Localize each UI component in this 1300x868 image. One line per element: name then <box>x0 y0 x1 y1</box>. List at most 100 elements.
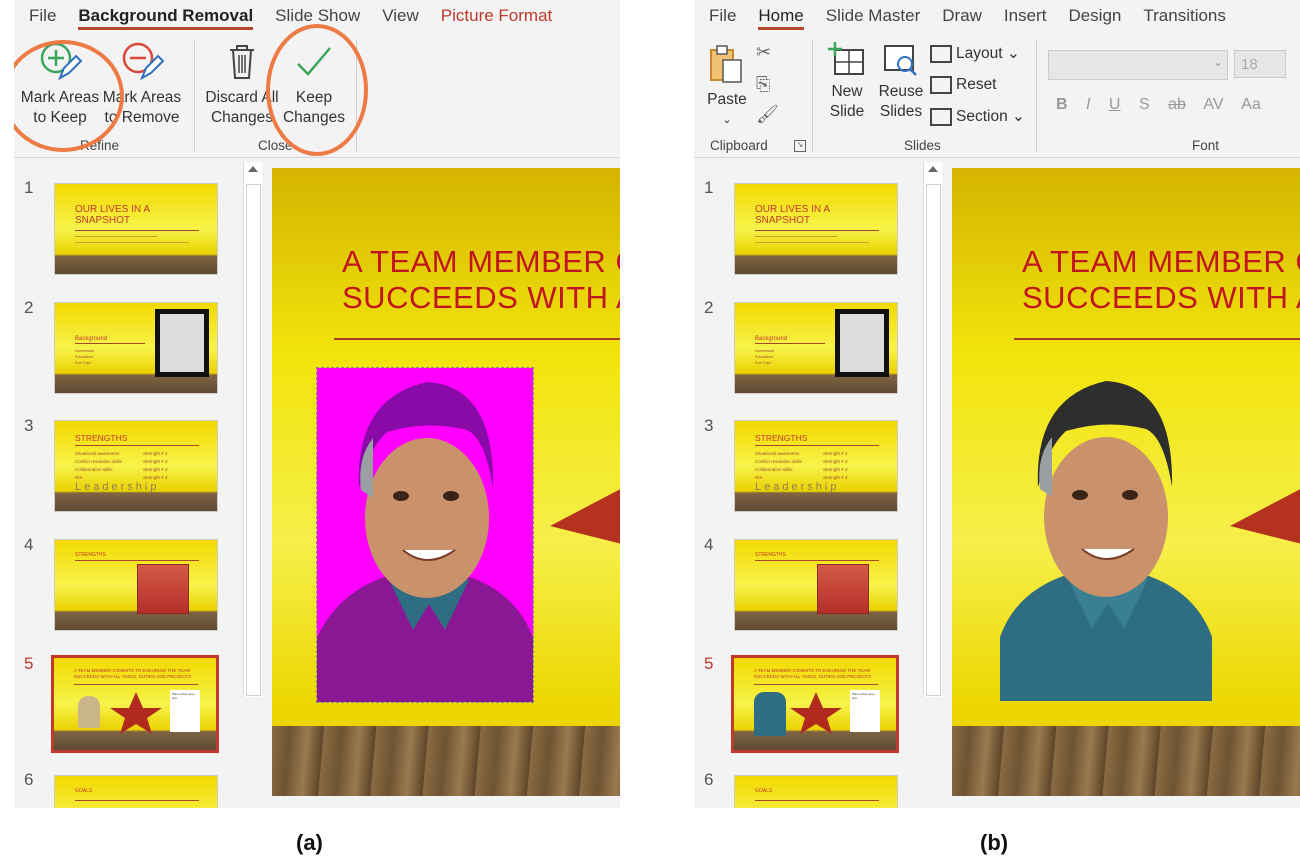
caption-a: (a) <box>296 830 323 855</box>
thumb-photo-frame <box>155 309 209 377</box>
strikethrough-button[interactable]: ab <box>1168 96 1186 113</box>
tab-home[interactable]: Home <box>758 6 805 30</box>
wood-floor-background <box>272 726 620 796</box>
thumb-item: Grit <box>755 475 763 480</box>
thumbnail-scrollbar[interactable] <box>243 162 262 697</box>
bold-button[interactable]: B <box>1056 96 1068 113</box>
thumbnail-scrollbar[interactable] <box>923 162 942 697</box>
tab-file[interactable]: File <box>709 6 736 26</box>
paste-button[interactable]: Paste ⌄ <box>702 42 752 130</box>
person-photo-removal-preview <box>317 368 533 702</box>
chevron-down-icon: ⌄ <box>722 114 732 126</box>
scroll-thumb[interactable] <box>926 184 941 696</box>
thumb-item: Collaboration skills <box>755 467 793 472</box>
change-case-button[interactable]: Aa <box>1241 96 1261 113</box>
slide-thumbnail-1[interactable]: OUR LIVES IN A SNAPSHOT <box>54 183 218 275</box>
thumb-title: GOALS <box>755 788 773 794</box>
thumb-item: Strength # 4 <box>823 475 848 480</box>
slide-thumbnail-3[interactable]: STRENGTHS Situational awareness Conflict… <box>54 420 218 512</box>
tab-insert[interactable]: Insert <box>1004 6 1047 26</box>
scroll-up-icon[interactable] <box>248 166 258 172</box>
group-label-clipboard: Clipboard <box>710 138 768 153</box>
group-label-font: Font <box>1192 138 1220 153</box>
paste-label: Paste <box>707 91 747 108</box>
thumb-item: Situational awareness <box>75 451 120 456</box>
thumb-rule <box>75 343 145 344</box>
copy-icon[interactable]: ⎘ <box>756 74 770 95</box>
tab-file[interactable]: File <box>29 6 56 26</box>
reuse-slides-label-2: Slides <box>879 103 923 120</box>
slide-thumbnail-4[interactable]: STRENGTHS <box>734 539 898 631</box>
ribbon-tabs: File Home Slide Master Draw Insert Desig… <box>694 0 1300 32</box>
slide-thumbnail-5-selected[interactable]: A TEAM MEMBER COMMITS TO ENSURING THE TE… <box>731 655 899 753</box>
tab-slide-master[interactable]: Slide Master <box>826 6 920 26</box>
thumb-rule <box>755 230 879 231</box>
tab-view[interactable]: View <box>382 6 419 26</box>
slide-thumbnail-2[interactable]: Background Hometown Education Fun Fact <box>54 302 218 394</box>
slide-thumbnail-1[interactable]: OUR LIVES IN A SNAPSHOT <box>734 183 898 275</box>
thumb-rule <box>75 560 199 561</box>
panel-b-home: File Home Slide Master Draw Insert Desig… <box>694 0 1300 808</box>
slide-editor[interactable]: A TEAM MEMBER C SUCCEEDS WITH A <box>952 168 1300 796</box>
scroll-thumb[interactable] <box>246 184 261 696</box>
thumb-subtext-line <box>755 242 869 243</box>
slide-number-3: 3 <box>24 416 34 435</box>
tab-picture-format[interactable]: Picture Format <box>441 6 552 26</box>
thumb-item: Strength # 3 <box>823 467 848 472</box>
slide-thumbnail-6[interactable]: GOALS <box>54 775 218 808</box>
slide-thumbnail-6[interactable]: GOALS <box>734 775 898 808</box>
shadow-button[interactable]: S <box>1139 96 1150 113</box>
character-spacing-button[interactable]: AV <box>1203 96 1223 113</box>
font-format-buttons[interactable]: B I U S ab AV Aa <box>1056 96 1261 114</box>
thumb-textbox: Place photo grey text <box>170 690 200 732</box>
thumb-rule <box>75 445 199 446</box>
thumb-item: Strength # 2 <box>823 459 848 464</box>
section-button[interactable]: Section ⌄ <box>930 107 1025 126</box>
tab-draw[interactable]: Draw <box>942 6 982 26</box>
slide-thumbnail-5-selected[interactable]: A TEAM MEMBER COMMITS TO ENSURING THE TE… <box>51 655 219 753</box>
thumb-item: Conflict resolution skills <box>75 459 122 464</box>
thumb-item: Strength # 1 <box>143 451 168 456</box>
slide-number-2: 2 <box>704 298 714 317</box>
thumb-item: Strength # 2 <box>143 459 168 464</box>
thumb-item: Strength # 3 <box>143 467 168 472</box>
layout-label: Layout <box>956 45 1003 62</box>
layout-button[interactable]: Layout ⌄ <box>930 44 1020 63</box>
slide-editor[interactable]: A TEAM MEMBER C SUCCEEDS WITH A <box>272 168 620 796</box>
thumb-title: GOALS <box>75 788 93 794</box>
underline-button[interactable]: U <box>1109 96 1121 113</box>
slide-thumbnail-2[interactable]: Background Hometown Education Fun Fact <box>734 302 898 394</box>
caption-b: (b) <box>980 830 1009 855</box>
group-label-slides: Slides <box>904 138 941 153</box>
slide-thumbnail-4[interactable]: STRENGTHS <box>54 539 218 631</box>
slide-title-rule <box>1014 338 1300 340</box>
cut-icon[interactable]: ✂ <box>756 42 771 63</box>
format-painter-icon[interactable]: 🖌 <box>756 104 779 125</box>
font-name-dropdown[interactable]: ⌄ <box>1048 50 1228 80</box>
new-slide-button[interactable]: New Slide <box>820 42 874 122</box>
scroll-up-icon[interactable] <box>928 166 938 172</box>
slide-number-6: 6 <box>24 770 34 789</box>
star-shape-partial[interactable] <box>1230 484 1300 546</box>
dialog-launcher-icon[interactable]: ↘ <box>794 140 806 152</box>
tab-slide-show[interactable]: Slide Show <box>275 6 360 26</box>
tab-background-removal[interactable]: Background Removal <box>78 6 253 30</box>
star-shape-partial[interactable] <box>550 484 620 546</box>
thumb-item: Hometown <box>75 348 95 353</box>
thumb-item: Education <box>75 354 93 359</box>
picture-selection-frame[interactable] <box>316 367 534 703</box>
slide-thumbnail-3[interactable]: STRENGTHS Situational awareness Conflict… <box>734 420 898 512</box>
reuse-slides-button[interactable]: Reuse Slides <box>876 42 926 122</box>
person-photo-background-removed[interactable] <box>996 367 1216 701</box>
font-size-dropdown[interactable]: 18 <box>1234 50 1286 78</box>
new-slide-icon <box>828 42 864 75</box>
italic-button[interactable]: I <box>1086 96 1090 113</box>
reset-button[interactable]: Reset <box>930 76 997 94</box>
thumb-item: Grit <box>75 475 83 480</box>
font-size-value: 18 <box>1241 56 1258 73</box>
new-slide-label-1: New <box>831 83 863 100</box>
tab-transitions[interactable]: Transitions <box>1143 6 1226 26</box>
tab-design[interactable]: Design <box>1068 6 1121 26</box>
slide-number-5: 5 <box>24 654 34 673</box>
thumb-rule <box>75 800 199 801</box>
